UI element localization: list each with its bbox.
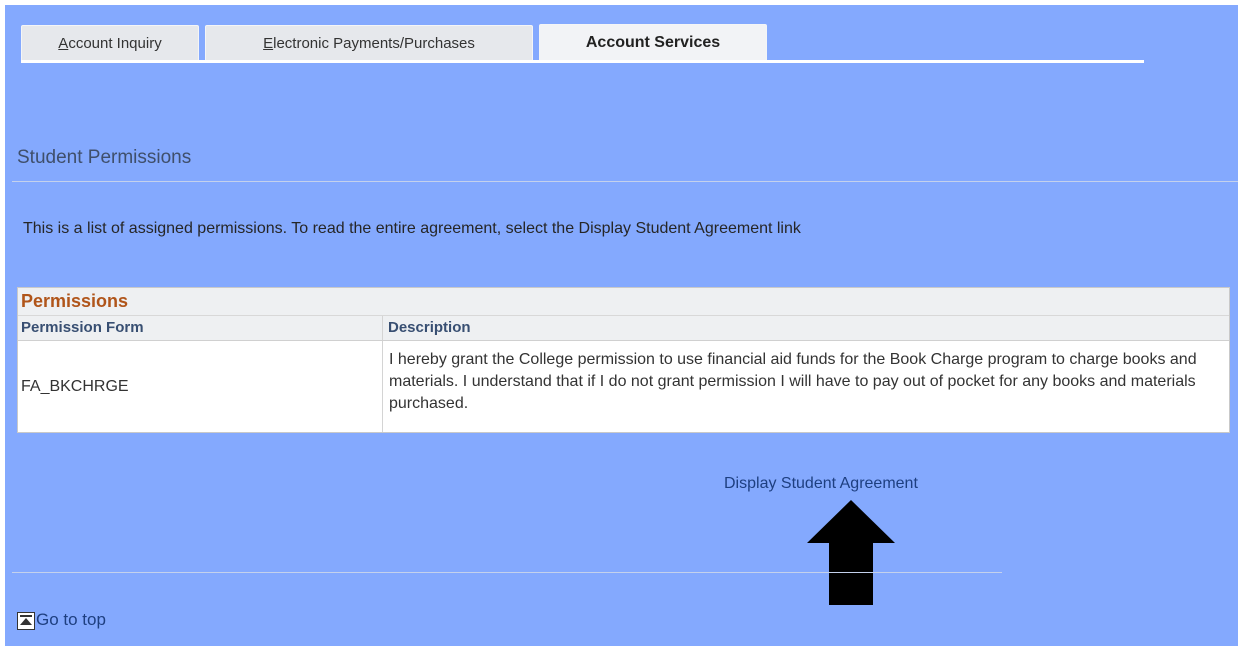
title-divider [12, 181, 1238, 182]
tab-label: ccount Inquiry [68, 35, 162, 52]
instructions-text: This is a list of assigned permissions. … [23, 220, 801, 237]
tab-label: lectronic Payments/Purchases [273, 35, 475, 52]
column-header-description: Description [388, 319, 471, 336]
tab-account-services[interactable]: Account Services [539, 24, 767, 60]
permissions-grid: Permissions Permission Form Description … [17, 287, 1230, 433]
go-to-top-label: Go to top [36, 610, 106, 629]
grid-title: Permissions [18, 288, 1229, 316]
bottom-divider [12, 572, 1002, 573]
tab-underline [21, 60, 1144, 63]
tab-account-inquiry[interactable]: Account Inquiry [21, 25, 199, 60]
column-header-permission-form: Permission Form [18, 316, 383, 340]
go-top-icon [17, 612, 35, 630]
permission-form-cell: FA_BKCHRGE [18, 341, 383, 432]
up-arrow-icon [807, 500, 895, 605]
tab-access-key: E [263, 35, 274, 52]
tab-label: Account Services [585, 34, 721, 51]
page-title: Student Permissions [17, 147, 192, 168]
table-row: FA_BKCHRGE I hereby grant the College pe… [18, 341, 1229, 432]
go-to-top-link[interactable]: Go to top [17, 610, 106, 630]
display-student-agreement-link[interactable]: Display Student Agreement [724, 475, 918, 493]
tab-electronic-payments[interactable]: Electronic Payments/Purchases [205, 25, 533, 60]
grid-header-row: Permission Form Description [18, 316, 1229, 341]
description-cell: I hereby grant the College permission to… [389, 351, 1197, 412]
tab-access-key: A [58, 35, 69, 52]
